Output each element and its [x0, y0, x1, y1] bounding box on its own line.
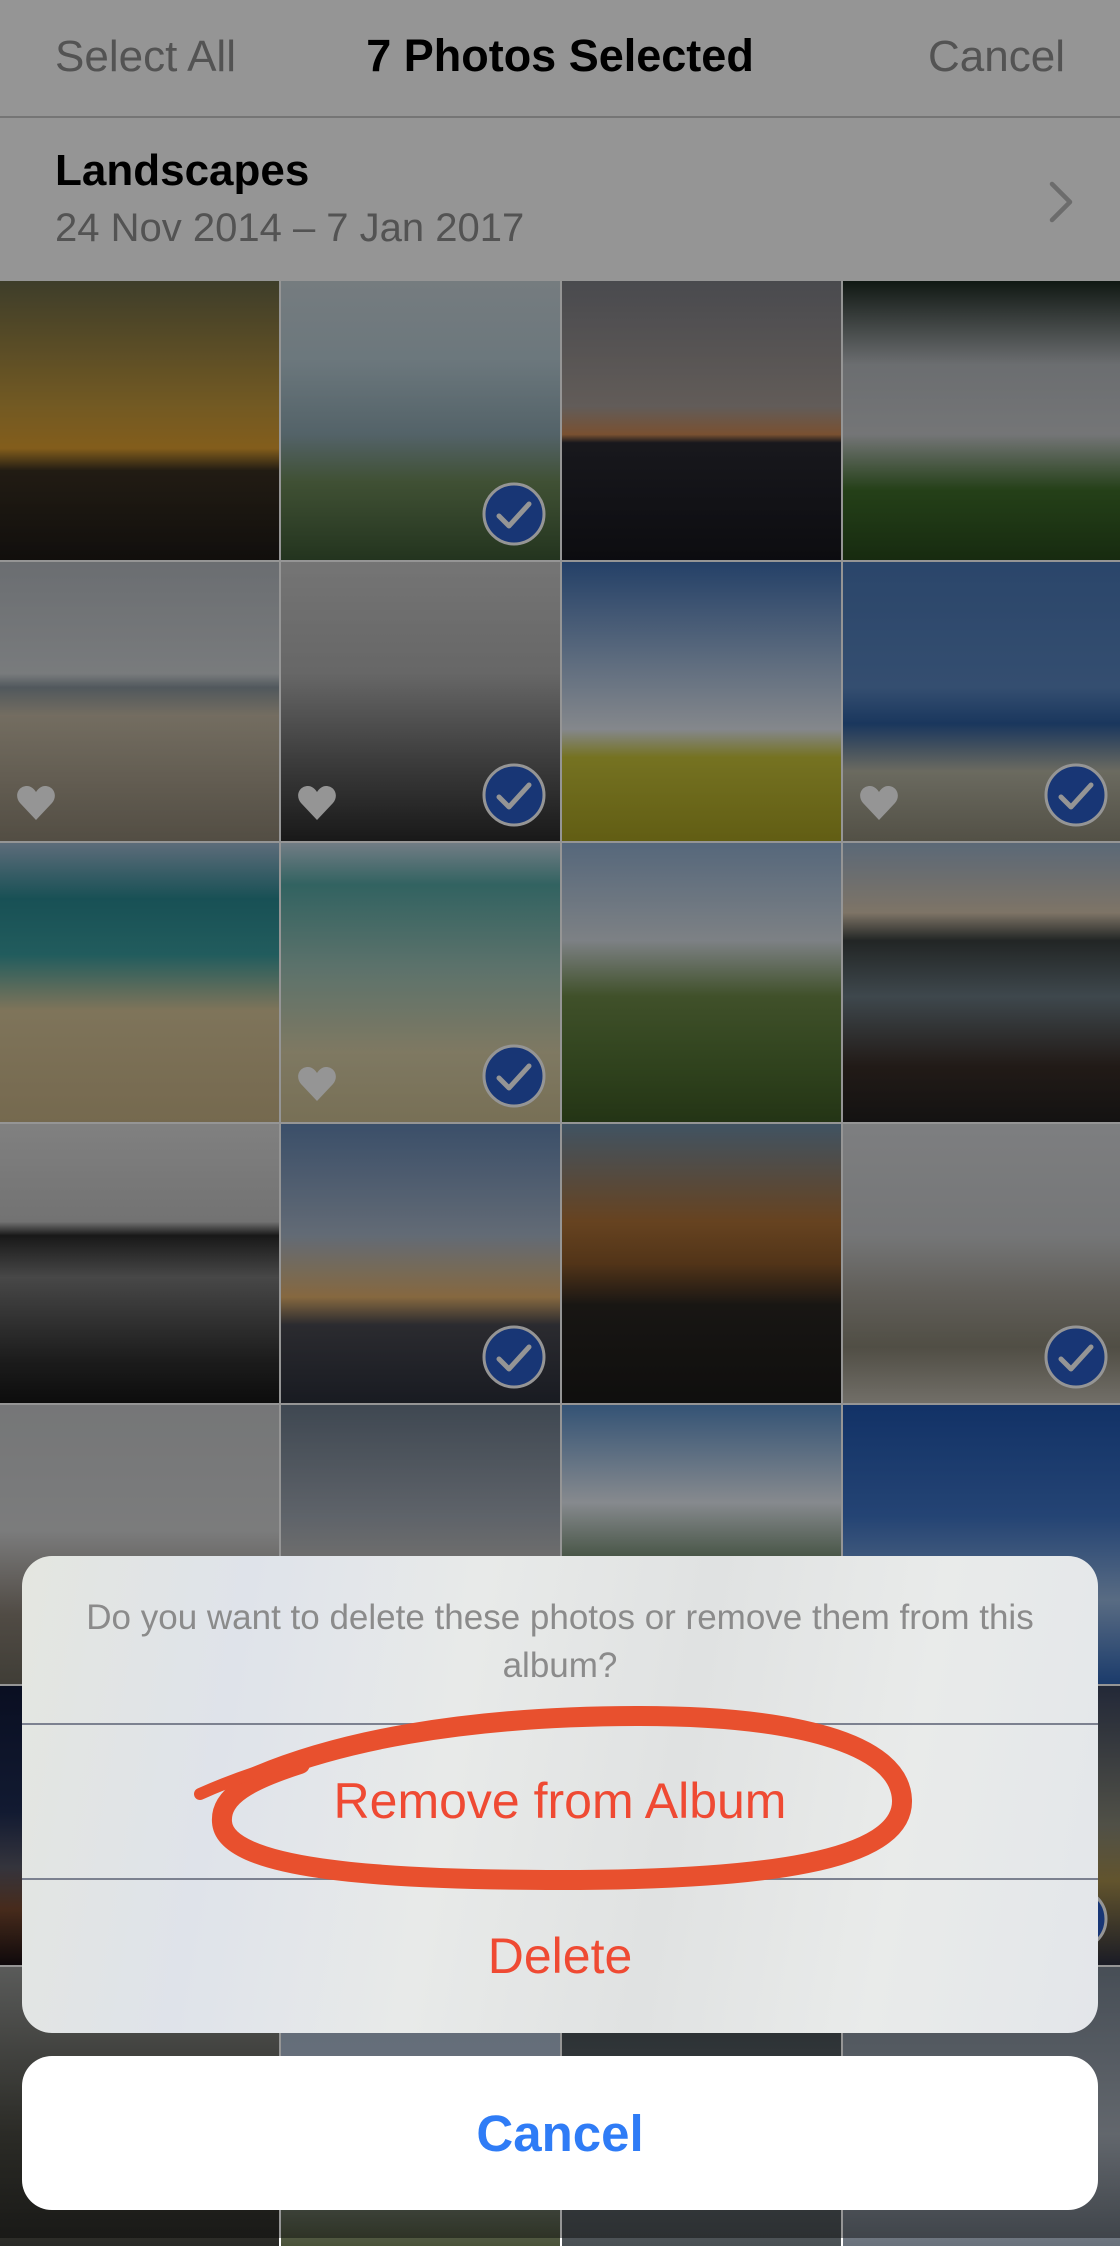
action-sheet: Do you want to delete these photos or re… — [22, 1556, 1098, 2033]
delete-button[interactable]: Delete — [22, 1880, 1098, 2032]
action-sheet-message: Do you want to delete these photos or re… — [86, 1598, 1034, 1685]
remove-from-album-button[interactable]: Remove from Album — [22, 1725, 1098, 1877]
action-sheet-cancel-button[interactable]: Cancel — [22, 2056, 1098, 2210]
